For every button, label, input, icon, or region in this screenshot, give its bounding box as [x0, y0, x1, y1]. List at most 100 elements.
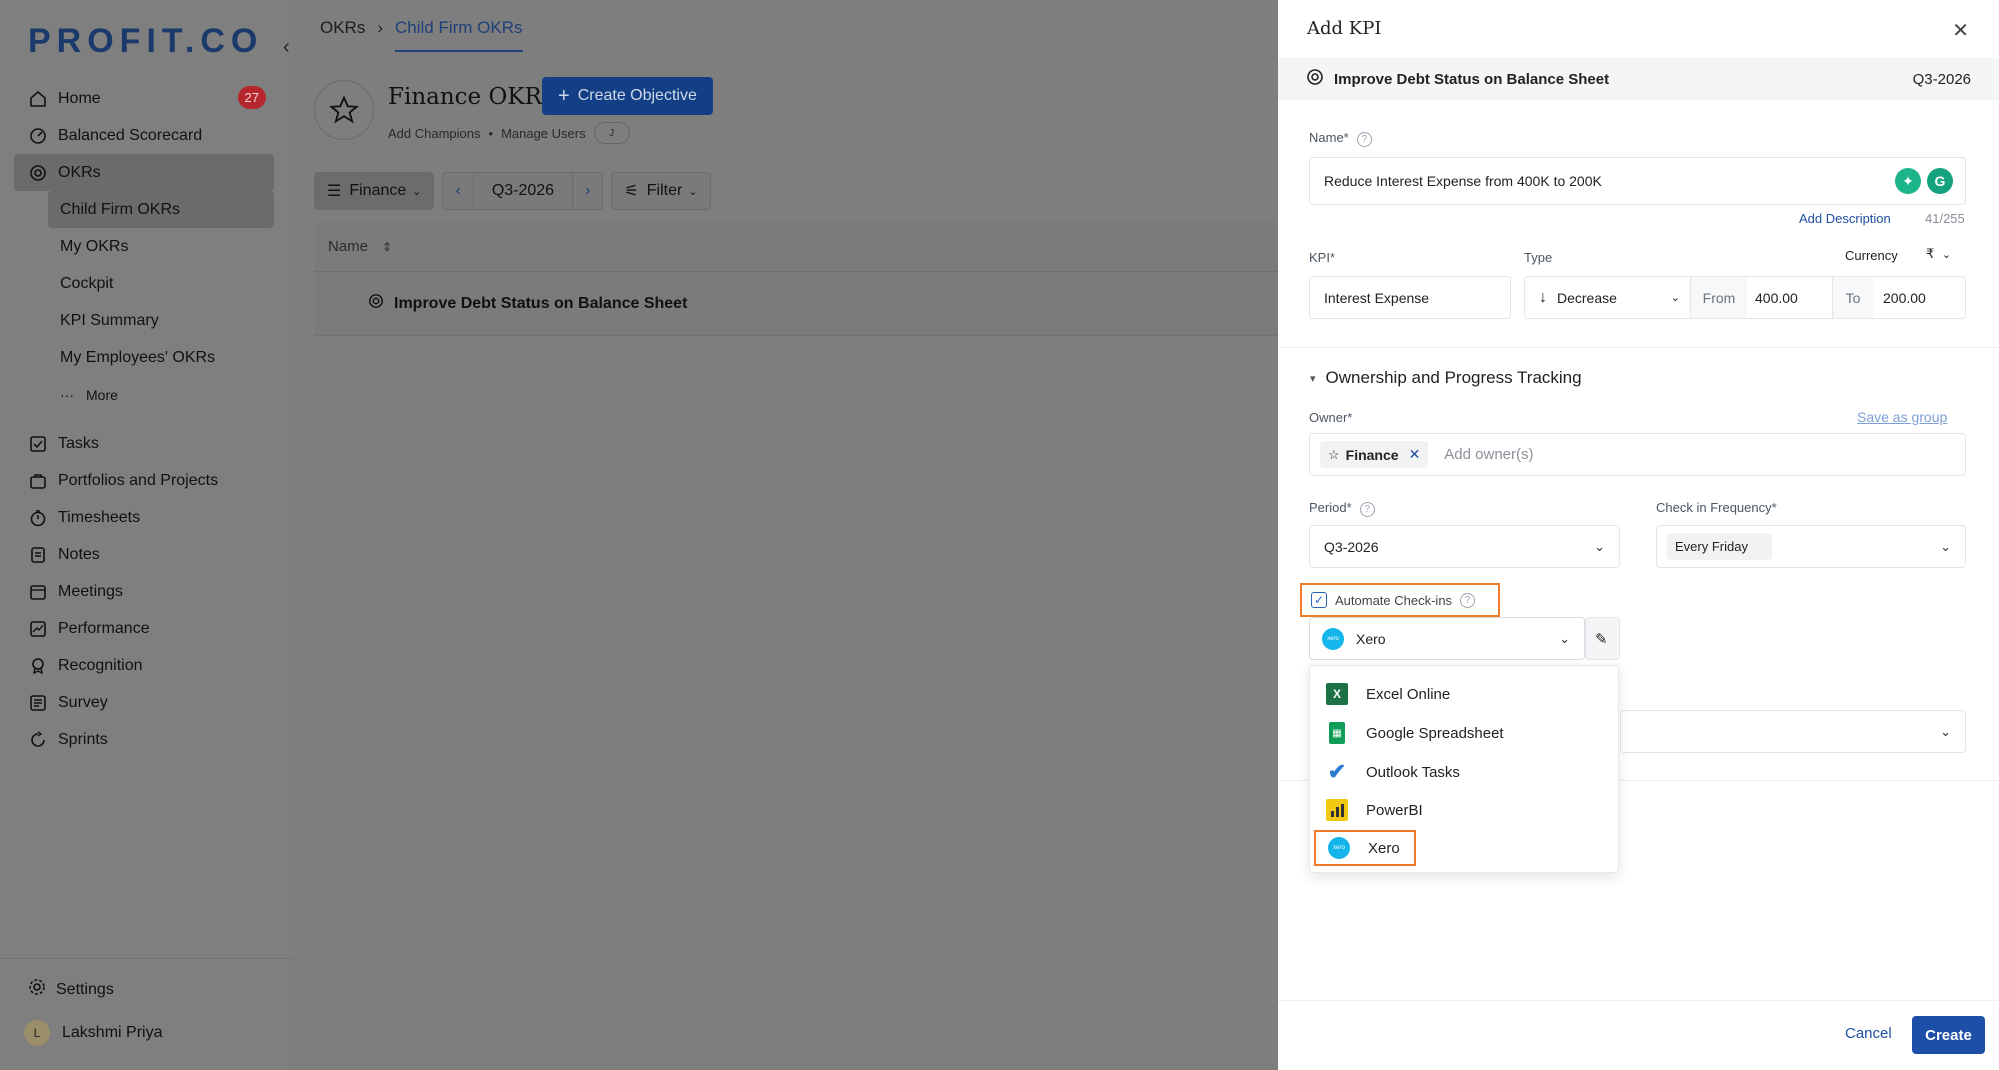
sidebar-item-child-firm-okrs[interactable]: Child Firm OKRs: [48, 191, 274, 228]
sidebar-item-kpi-summary[interactable]: KPI Summary: [14, 302, 274, 339]
period-dropdown[interactable]: Q3-2026 ⌄: [1309, 525, 1620, 568]
award-icon: [28, 656, 48, 676]
option-xero[interactable]: xero Xero: [1314, 830, 1416, 866]
option-google-spreadsheet[interactable]: ▦ Google Spreadsheet: [1326, 715, 1504, 751]
sidebar-item-my-okrs[interactable]: My OKRs: [14, 228, 274, 265]
filter-icon: ⚟: [624, 183, 639, 200]
menu-icon: ☰: [327, 183, 342, 200]
kpi-type-range: ↓ Decrease ⌄ From 400.00 To 200.00: [1524, 276, 1966, 319]
option-outlook-tasks[interactable]: ✔ Outlook Tasks: [1326, 754, 1460, 790]
filter-button[interactable]: ⚟ Filter ⌄: [611, 172, 711, 210]
chevron-down-icon: ⌄: [1559, 631, 1570, 646]
sidebar-divider: [0, 958, 292, 959]
kpi-name-field[interactable]: Interest Expense: [1309, 276, 1511, 319]
favorite-star-icon[interactable]: [314, 80, 374, 140]
section-title: Ownership and Progress Tracking: [1325, 368, 1582, 387]
remove-owner-icon[interactable]: ✕: [1409, 446, 1421, 463]
breadcrumb: OKRs › Child Firm OKRs: [320, 18, 523, 52]
column-name-header[interactable]: Name: [328, 238, 368, 255]
period-label: Period*?: [1309, 500, 1375, 517]
plus-icon: +: [558, 84, 570, 107]
breadcrumb-child-firm-okrs[interactable]: Child Firm OKRs: [395, 18, 523, 52]
profit-co-logo[interactable]: PROFIT.CO: [28, 22, 263, 61]
checkbox-checked-icon: ✓: [1311, 592, 1327, 608]
objective-target-icon: [1306, 68, 1324, 90]
currency-label: Currency: [1845, 248, 1898, 263]
option-powerbi[interactable]: PowerBI: [1326, 792, 1423, 828]
edit-integration-button[interactable]: ✎: [1585, 617, 1620, 660]
sidebar-item-sprints[interactable]: Sprints: [14, 721, 274, 758]
create-button[interactable]: Create: [1912, 1016, 1985, 1054]
period-value: Q3-2026: [1324, 538, 1379, 555]
chevron-down-icon: ⌄: [1940, 724, 1951, 739]
sidebar-item-recognition[interactable]: Recognition: [14, 647, 274, 684]
frequency-label: Check in Frequency*: [1656, 500, 1777, 515]
breadcrumb-okrs[interactable]: OKRs: [320, 18, 365, 52]
type-dropdown[interactable]: ↓ Decrease ⌄: [1525, 277, 1691, 318]
save-as-group-link[interactable]: Save as group: [1857, 409, 1947, 425]
cancel-button[interactable]: Cancel: [1845, 1025, 1892, 1042]
sidebar-item-notes[interactable]: Notes: [14, 536, 274, 573]
from-input[interactable]: 400.00: [1747, 277, 1833, 318]
to-label: To: [1833, 277, 1873, 318]
automate-check-ins-checkbox[interactable]: ✓ Automate Check-ins ?: [1300, 583, 1500, 617]
add-description-link[interactable]: Add Description: [1799, 211, 1891, 226]
sidebar-item-my-employees-okrs[interactable]: My Employees' OKRs: [14, 339, 274, 376]
sidebar-item-okrs[interactable]: OKRs: [14, 154, 274, 191]
sort-icon[interactable]: ⇕: [382, 240, 392, 254]
owner-placeholder: Add owner(s): [1444, 446, 1534, 463]
owner-field[interactable]: ☆ Finance ✕ Add owner(s): [1309, 433, 1966, 476]
close-icon[interactable]: ✕: [1952, 18, 1969, 43]
sprint-icon: [28, 730, 48, 750]
option-label: Excel Online: [1366, 685, 1451, 703]
sidebar-item-label: Portfolios and Projects: [58, 471, 219, 489]
help-icon[interactable]: ?: [1356, 132, 1372, 147]
sidebar-item-performance[interactable]: Performance: [14, 610, 274, 647]
sidebar-item-label: Home: [58, 89, 101, 107]
sidebar-item-cockpit[interactable]: Cockpit: [14, 265, 274, 302]
add-champions-link[interactable]: Add Champions: [388, 126, 481, 141]
table-row[interactable]: Improve Debt Status on Balance Sheet: [314, 272, 1278, 336]
sidebar-item-home[interactable]: Home 27: [14, 80, 274, 117]
xero-logo-icon: xero: [1322, 627, 1344, 650]
sidebar-item-label: Sprints: [58, 730, 108, 748]
chevron-left-icon[interactable]: ‹: [283, 36, 290, 59]
sidebar-item-tasks[interactable]: Tasks: [14, 425, 274, 462]
chart-icon: [28, 619, 48, 639]
check-in-frequency-dropdown[interactable]: Every Friday ⌄: [1656, 525, 1966, 568]
to-input[interactable]: 200.00: [1873, 277, 1965, 318]
page-sublinks: Add Champions • Manage Users J: [388, 122, 630, 144]
sidebar-item-more[interactable]: ··· More: [14, 376, 274, 413]
sidebar-item-balanced-scorecard[interactable]: Balanced Scorecard: [14, 117, 274, 154]
integration-dropdown[interactable]: xero Xero ⌄: [1309, 617, 1585, 660]
currency-symbol: ₹: [1926, 246, 1935, 261]
star-icon: ☆: [1328, 446, 1340, 462]
owner-chip-label: Finance: [1345, 446, 1399, 463]
chevron-down-icon: ⌄: [688, 185, 698, 198]
group-selector[interactable]: ☰ Finance ⌄: [314, 172, 435, 210]
option-excel-online[interactable]: X Excel Online: [1326, 676, 1450, 712]
manage-users-link[interactable]: Manage Users: [501, 126, 586, 141]
from-label: From: [1691, 277, 1747, 318]
kpi-name-input[interactable]: Reduce Interest Expense from 400K to 200…: [1309, 157, 1966, 205]
frequency-value: Every Friday: [1667, 533, 1772, 560]
sidebar-item-portfolios[interactable]: Portfolios and Projects: [14, 462, 274, 499]
user-profile[interactable]: L Lakshmi Priya: [24, 1020, 162, 1046]
sidebar-item-meetings[interactable]: Meetings: [14, 573, 274, 610]
help-icon[interactable]: ?: [1359, 502, 1375, 517]
create-objective-button[interactable]: + Create Objective: [542, 77, 713, 115]
obscured-dropdown[interactable]: ⌄: [1620, 710, 1966, 753]
chevron-down-icon: ⌄: [1670, 292, 1680, 304]
ownership-section-toggle[interactable]: ▾ Ownership and Progress Tracking: [1310, 368, 1582, 388]
help-icon[interactable]: ?: [1460, 592, 1476, 608]
avatar-stack[interactable]: J: [593, 122, 630, 144]
next-period-button[interactable]: ›: [573, 182, 602, 200]
parent-objective-bar: Improve Debt Status on Balance Sheet Q3-…: [1278, 58, 1999, 100]
ai-assist-icon[interactable]: ✦: [1895, 168, 1921, 194]
sidebar-item-timesheets[interactable]: Timesheets: [14, 499, 274, 536]
grammarly-icon[interactable]: G: [1927, 168, 1953, 194]
prev-period-button[interactable]: ‹: [443, 182, 472, 200]
sidebar-item-settings[interactable]: Settings: [28, 978, 114, 1001]
currency-selector[interactable]: ₹ ⌄: [1926, 246, 1951, 262]
sidebar-item-survey[interactable]: Survey: [14, 684, 274, 721]
